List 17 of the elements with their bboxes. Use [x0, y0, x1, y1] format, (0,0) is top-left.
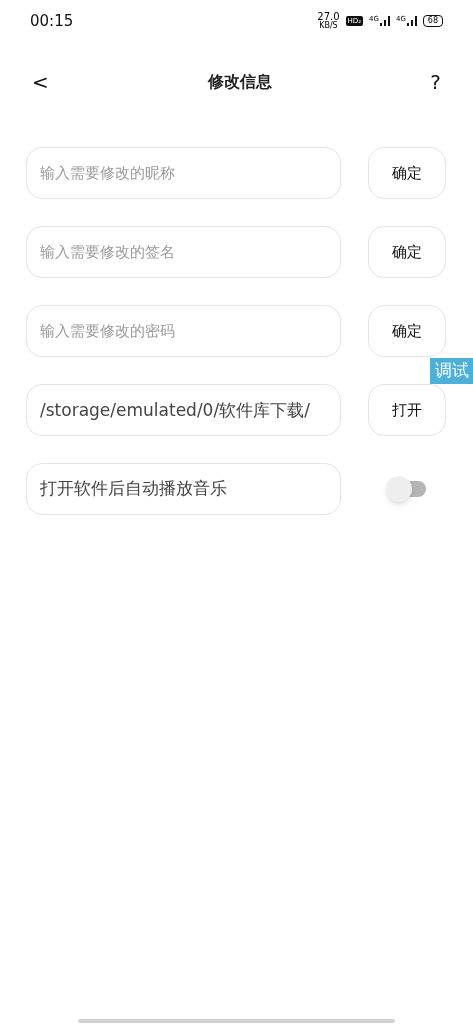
input-field[interactable]: 输入需要修改的签名: [26, 226, 341, 278]
input-field[interactable]: 输入需要修改的昵称: [26, 147, 341, 199]
back-button[interactable]: <: [32, 67, 49, 97]
setting-label: 打开软件后自动播放音乐: [40, 477, 227, 501]
input-field[interactable]: 输入需要修改的密码: [26, 305, 341, 357]
help-button[interactable]: ?: [430, 67, 441, 97]
confirm-button[interactable]: 确定: [368, 147, 446, 199]
network-speed: 27.0: [317, 12, 340, 22]
confirm-button[interactable]: 确定: [368, 305, 446, 357]
toggle-switch[interactable]: [386, 476, 428, 502]
confirm-button[interactable]: 确定: [368, 226, 446, 278]
path-field[interactable]: /storage/emulated/0/软件库下载/: [26, 384, 341, 436]
speed-unit: KB/S: [319, 22, 338, 30]
status-time: 00:15: [30, 10, 74, 32]
page-title: 修改信息: [207, 71, 272, 93]
battery-icon: 68: [422, 15, 443, 27]
confirm-button[interactable]: 打开: [368, 384, 446, 436]
